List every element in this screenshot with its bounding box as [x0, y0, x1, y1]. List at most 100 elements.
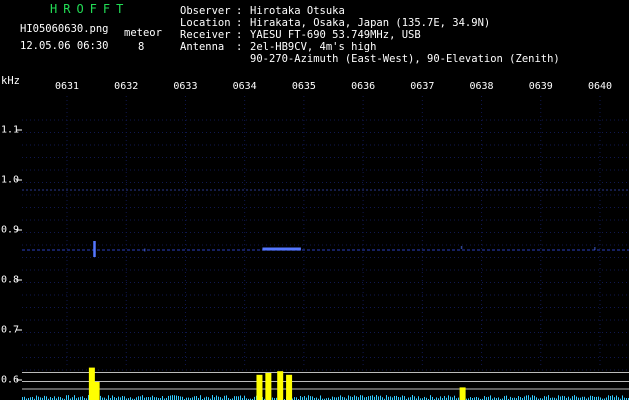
- spectrum-bar: [312, 396, 313, 400]
- spectrum-bar: [236, 396, 237, 400]
- freq-tick: 0.8: [1, 274, 20, 286]
- spectrum-bar: [142, 395, 143, 400]
- spectrum-bar: [562, 395, 563, 400]
- spectrum-bar: [404, 396, 405, 400]
- spectrum-bar: [176, 395, 177, 400]
- spectrum-bar: [100, 395, 101, 400]
- spectrum-bar: [390, 396, 391, 400]
- spectrum-bar: [592, 396, 593, 400]
- time-tick: 0637: [410, 81, 435, 92]
- spectrum-bar: [576, 396, 577, 400]
- spectrum-bar: [372, 395, 373, 400]
- spectrum-bar: [310, 396, 311, 400]
- threshold-lines: [22, 372, 629, 390]
- spectrum-bar: [88, 395, 89, 400]
- spectrum-bar: [518, 396, 519, 400]
- spectrum-bar: [300, 395, 301, 400]
- spectrum-bar: [412, 395, 413, 400]
- spectrum-bar: [308, 395, 309, 400]
- spectrum-bar: [350, 396, 351, 400]
- spectrum-bar: [206, 396, 207, 400]
- spectrum-bar: [504, 396, 505, 400]
- spectrum-bar: [394, 395, 395, 400]
- spectrum-bar: [564, 396, 565, 400]
- spectrum-bar: [118, 396, 119, 400]
- spectrum-bar: [572, 396, 573, 400]
- spectrum-bar: [178, 396, 179, 400]
- spectrum-bar: [376, 395, 377, 400]
- time-tick: 0635: [291, 81, 316, 92]
- spectrum-bar: [378, 396, 379, 400]
- time-tick: 0634: [232, 81, 257, 92]
- spectrum-bar: [608, 395, 609, 400]
- time-tick: 0632: [114, 81, 139, 92]
- spectrum-bar: [340, 395, 341, 400]
- spectrum-bar: [622, 395, 623, 400]
- spectrum-bar: [396, 395, 397, 400]
- spectrum-bar: [534, 395, 535, 400]
- spectrum-bar: [112, 395, 113, 400]
- spectrum-bar: [598, 396, 599, 400]
- spectrum-bar: [240, 395, 241, 400]
- spectrum-bar: [138, 396, 139, 400]
- spectrum-bar: [82, 396, 83, 400]
- spectrum-bar: [454, 395, 455, 400]
- spectrum-bar: [74, 395, 75, 400]
- spectrum-bar: [224, 395, 225, 400]
- spectrum-bar: [304, 396, 305, 400]
- spectrum-bar: [218, 396, 219, 400]
- time-tick: 0639: [528, 81, 553, 92]
- spectrum-bar: [368, 396, 369, 400]
- spectrum-bar: [244, 395, 245, 400]
- spectrum-bar: [54, 396, 55, 400]
- spectrum-bar: [430, 395, 431, 400]
- spike: [265, 373, 272, 400]
- spectrum-bar: [616, 395, 617, 400]
- echo-layer: [93, 241, 596, 257]
- freq-tick: 1.0: [1, 174, 20, 186]
- spectrum-bar: [234, 396, 235, 400]
- spectrum-bar: [448, 395, 449, 400]
- spectrum-bar: [524, 396, 525, 400]
- freq-unit-label: kHz: [1, 75, 20, 87]
- spectrum-bar: [484, 396, 485, 400]
- spectrum-bar: [108, 395, 109, 400]
- time-tick: 0640: [587, 81, 613, 92]
- spectrogram: [16, 96, 629, 400]
- spectrum-bar: [152, 395, 153, 400]
- freq-tick: 0.7: [1, 324, 20, 336]
- spike: [459, 387, 466, 400]
- spectrum-bar: [558, 395, 559, 400]
- meteor-echo: [594, 247, 596, 250]
- spectrum-bar: [170, 395, 171, 400]
- spectrum-bar: [418, 396, 419, 400]
- spectrum-bar: [528, 395, 529, 400]
- spectrum-bar: [526, 395, 527, 400]
- meteor-echo: [460, 246, 463, 249]
- spectrum-bar: [440, 396, 441, 400]
- spectrum-bar: [168, 395, 169, 400]
- spectrum-bar: [68, 395, 69, 400]
- spike: [256, 374, 263, 400]
- spectrum-bar: [590, 395, 591, 400]
- spectrum-bar: [124, 396, 125, 400]
- spectrum-bar: [162, 396, 163, 400]
- spectrum-bar: [320, 395, 321, 400]
- spike: [277, 371, 284, 400]
- spectrum-bar: [46, 396, 47, 400]
- spectrum-bar: [380, 395, 381, 400]
- spectrum-bar: [226, 395, 227, 400]
- spike: [93, 382, 100, 400]
- spectrum-bar: [38, 396, 39, 400]
- spectrum-bar: [386, 395, 387, 400]
- time-tick: 0636: [351, 81, 376, 92]
- spectrum-bar: [612, 395, 613, 400]
- spectrum-bar: [194, 396, 195, 400]
- spectrum-bar: [414, 396, 415, 400]
- spectrum-bar: [450, 396, 451, 400]
- freq-tick: 0.9: [1, 224, 20, 236]
- spectrum-bar: [610, 395, 611, 400]
- spectrum-bar: [370, 395, 371, 400]
- spectrum-bar: [174, 395, 175, 400]
- spectrum-bar: [532, 395, 533, 400]
